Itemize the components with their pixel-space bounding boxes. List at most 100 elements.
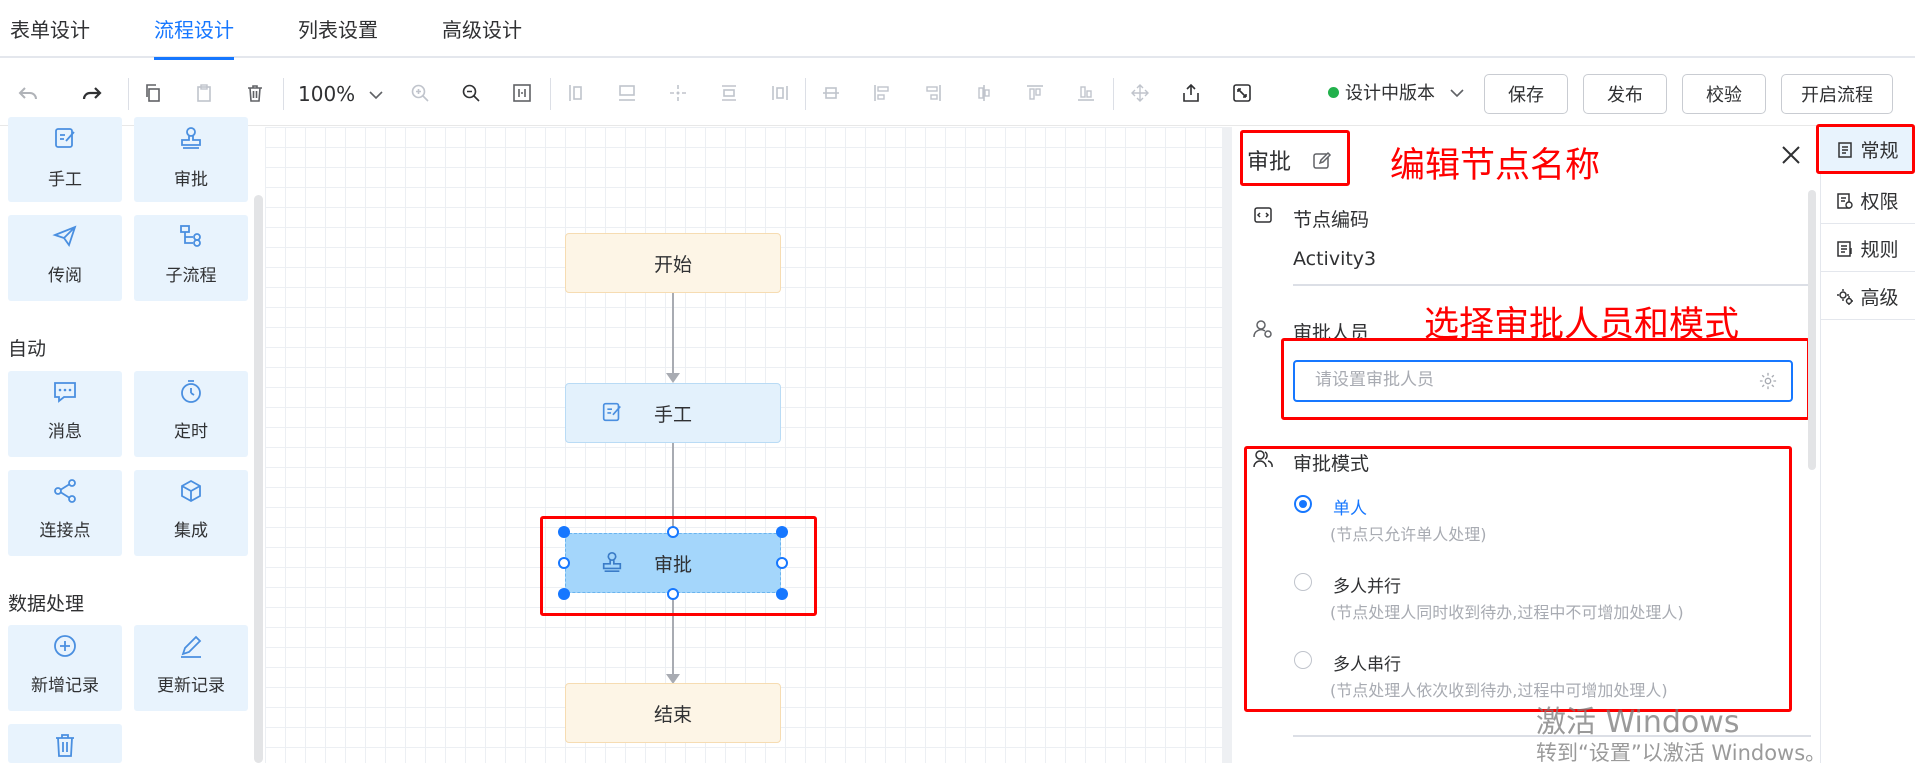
- gear-icon[interactable]: [1759, 372, 1777, 390]
- connect-handle[interactable]: [667, 588, 679, 600]
- toolbar-divider: [283, 78, 284, 110]
- zoom-in-icon[interactable]: [406, 79, 434, 107]
- mode-serial-radio[interactable]: [1294, 651, 1312, 669]
- palette-item-manual[interactable]: 手工: [8, 117, 122, 202]
- message-icon: [8, 379, 122, 409]
- align-left-edge-icon[interactable]: [562, 79, 590, 107]
- node-code-value: Activity3: [1293, 248, 1377, 270]
- approver-field[interactable]: [1293, 360, 1793, 402]
- connect-handle[interactable]: [558, 557, 570, 569]
- side-tab-label: 高级: [1860, 287, 1899, 309]
- side-tab-permission[interactable]: 权限: [1820, 178, 1915, 224]
- node-label: 结束: [653, 703, 692, 726]
- palette-scrollbar[interactable]: [254, 195, 263, 763]
- undo-icon[interactable]: [14, 79, 42, 107]
- palette-item-label: 连接点: [39, 521, 91, 541]
- flow-arrow: [666, 373, 680, 383]
- distribute-icon[interactable]: [664, 79, 692, 107]
- connect-handle[interactable]: [667, 526, 679, 538]
- align-horizontal-center-icon[interactable]: [766, 79, 794, 107]
- align-top-edge-icon[interactable]: [613, 79, 641, 107]
- paste-icon[interactable]: [190, 79, 218, 107]
- cube-icon: [134, 478, 248, 508]
- palette-item-approve[interactable]: 审批: [134, 117, 248, 202]
- tab-advanced-design[interactable]: 高级设计: [442, 0, 522, 58]
- mode-parallel-desc: (节点处理人同时收到待办,过程中不可增加处理人): [1330, 603, 1684, 622]
- field-underline: [1293, 284, 1811, 286]
- flow-node-manual[interactable]: 手工: [565, 383, 781, 443]
- mode-parallel-radio[interactable]: [1294, 573, 1312, 591]
- side-tab-label: 常规: [1860, 140, 1899, 162]
- align-bottom-icon[interactable]: [1072, 79, 1100, 107]
- palette-item-circulate[interactable]: 传阅: [8, 215, 122, 301]
- palette-item-label: 定时: [174, 422, 208, 442]
- mode-label: 审批模式: [1293, 453, 1370, 475]
- flow-canvas[interactable]: [265, 127, 1227, 763]
- rules-icon: [1836, 240, 1854, 258]
- approver-label: 审批人员: [1293, 322, 1370, 344]
- palette-item-label: 集成: [174, 521, 208, 541]
- fit-view-icon[interactable]: [508, 79, 536, 107]
- panel-scrollbar[interactable]: [1808, 190, 1816, 470]
- palette-item-message[interactable]: 消息: [8, 371, 122, 457]
- copy-icon[interactable]: [139, 79, 167, 107]
- validate-button[interactable]: 校验: [1682, 74, 1766, 114]
- palette-item-timer[interactable]: 定时: [134, 371, 248, 457]
- flow-node-end[interactable]: 结束: [565, 683, 781, 743]
- flow-node-start[interactable]: 开始: [565, 233, 781, 293]
- doc-icon: [1836, 141, 1854, 159]
- export-icon[interactable]: [1177, 79, 1205, 107]
- move-icon[interactable]: [1126, 79, 1154, 107]
- side-tab-general[interactable]: 常规: [1820, 127, 1915, 173]
- close-icon[interactable]: [1780, 144, 1804, 168]
- publish-button[interactable]: 发布: [1583, 74, 1667, 114]
- palette-item-add-record[interactable]: 新增记录: [8, 625, 122, 711]
- palette-item-subprocess[interactable]: 子流程: [134, 215, 248, 301]
- edit-icon[interactable]: [1312, 151, 1332, 171]
- panel-divider[interactable]: [1222, 127, 1232, 763]
- start-flow-button[interactable]: 开启流程: [1781, 74, 1893, 114]
- save-button[interactable]: 保存: [1484, 74, 1568, 114]
- resize-handle[interactable]: [776, 526, 788, 538]
- zoom-out-icon[interactable]: [457, 79, 485, 107]
- send-icon: [8, 223, 122, 253]
- connect-handle[interactable]: [776, 557, 788, 569]
- align-top-icon[interactable]: [1021, 79, 1049, 107]
- tab-form-design[interactable]: 表单设计: [10, 0, 90, 58]
- zoom-select[interactable]: 100%: [298, 78, 384, 110]
- side-tab-advanced[interactable]: 高级: [1820, 274, 1915, 320]
- flow-edge: [672, 293, 674, 375]
- align-center-icon[interactable]: [817, 79, 845, 107]
- resize-handle[interactable]: [558, 526, 570, 538]
- resize-handle[interactable]: [558, 588, 570, 600]
- align-right-icon[interactable]: [919, 79, 947, 107]
- align-middle-icon[interactable]: [970, 79, 998, 107]
- timer-icon: [134, 379, 248, 409]
- fullscreen-icon[interactable]: [1228, 79, 1256, 107]
- palette-item-connector[interactable]: 连接点: [8, 470, 122, 556]
- flow-node-approve[interactable]: 审批: [565, 533, 781, 593]
- tab-flow-design[interactable]: 流程设计: [154, 0, 234, 60]
- mode-parallel-name[interactable]: 多人并行: [1333, 572, 1401, 597]
- side-tab-rules[interactable]: 规则: [1820, 226, 1915, 272]
- version-select[interactable]: 设计中版本: [1328, 78, 1465, 110]
- palette-item-integration[interactable]: 集成: [134, 470, 248, 556]
- approver-input[interactable]: [1315, 370, 1745, 390]
- resize-handle[interactable]: [776, 588, 788, 600]
- palette-group-data: 数据处理: [8, 593, 85, 615]
- tab-list-settings[interactable]: 列表设置: [298, 0, 378, 58]
- mode-single-name[interactable]: 单人: [1333, 494, 1367, 519]
- mode-serial-name[interactable]: 多人串行: [1333, 650, 1401, 675]
- palette-item-update-record[interactable]: 更新记录: [134, 625, 248, 711]
- palette-item-label: 传阅: [48, 266, 82, 286]
- palette-item-label: 审批: [174, 170, 208, 190]
- align-left-icon[interactable]: [868, 79, 896, 107]
- redo-icon[interactable]: [78, 79, 106, 107]
- palette-item-delete-record[interactable]: [8, 724, 122, 763]
- mode-single-radio[interactable]: [1294, 495, 1312, 513]
- delete-icon[interactable]: [241, 79, 269, 107]
- align-vertical-center-icon[interactable]: [715, 79, 743, 107]
- zoom-value: 100%: [298, 82, 356, 106]
- panel-title[interactable]: 审批: [1247, 144, 1332, 176]
- stamp-icon: [134, 125, 248, 155]
